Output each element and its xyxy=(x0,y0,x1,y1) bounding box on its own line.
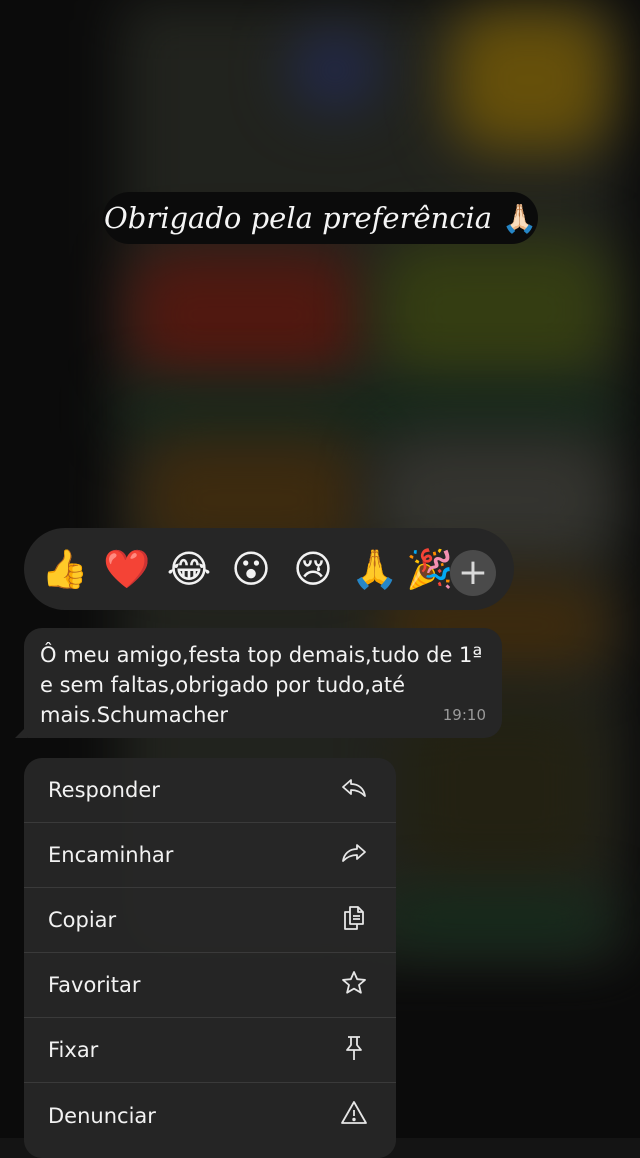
message-text: Ô meu amigo,festa top demais,tudo de 1ª … xyxy=(40,643,483,727)
menu-item-forward[interactable]: Encaminhar xyxy=(24,823,396,888)
menu-item-label: Responder xyxy=(48,778,160,802)
menu-item-reply[interactable]: Responder xyxy=(24,758,396,823)
context-menu: Responder Encaminhar Copiar Favoritar Fi… xyxy=(24,758,396,1158)
menu-item-label: Encaminhar xyxy=(48,843,174,867)
reaction-heart[interactable]: ❤️ xyxy=(96,538,158,600)
reaction-pray[interactable]: 🙏 xyxy=(344,538,406,600)
caption-text: Obrigado pela preferência xyxy=(104,201,493,235)
reaction-thumbs-up[interactable]: 👍 xyxy=(34,538,96,600)
menu-item-label: Fixar xyxy=(48,1038,99,1062)
reaction-bar: 👍 ❤️ 😂 😮 😢 🙏 🎉 xyxy=(24,528,514,610)
menu-item-favorite[interactable]: Favoritar xyxy=(24,953,396,1018)
menu-item-label: Favoritar xyxy=(48,973,141,997)
forward-icon xyxy=(340,839,368,872)
reaction-surprised[interactable]: 😮 xyxy=(220,538,282,600)
copy-icon xyxy=(340,904,368,937)
reaction-laughing[interactable]: 😂 xyxy=(158,538,220,600)
more-reactions-button[interactable]: + xyxy=(450,550,496,596)
reply-icon xyxy=(340,774,368,807)
message-bubble[interactable]: Ô meu amigo,festa top demais,tudo de 1ª … xyxy=(15,628,502,738)
reaction-crying[interactable]: 😢 xyxy=(282,538,344,600)
menu-item-report[interactable]: Denunciar xyxy=(24,1083,396,1148)
pin-icon xyxy=(340,1034,368,1067)
photo-caption: Obrigado pela preferência 🙏🏻 xyxy=(103,192,538,244)
warning-icon xyxy=(340,1099,368,1132)
star-icon xyxy=(340,969,368,1002)
message-timestamp: 19:10 xyxy=(442,706,486,724)
menu-item-pin[interactable]: Fixar xyxy=(24,1018,396,1083)
reaction-party[interactable]: 🎉 xyxy=(406,538,453,600)
menu-item-label: Copiar xyxy=(48,908,117,932)
bubble-tail xyxy=(15,726,27,738)
menu-item-copy[interactable]: Copiar xyxy=(24,888,396,953)
menu-item-label: Denunciar xyxy=(48,1103,156,1128)
caption-emoji: 🙏🏻 xyxy=(502,201,537,235)
